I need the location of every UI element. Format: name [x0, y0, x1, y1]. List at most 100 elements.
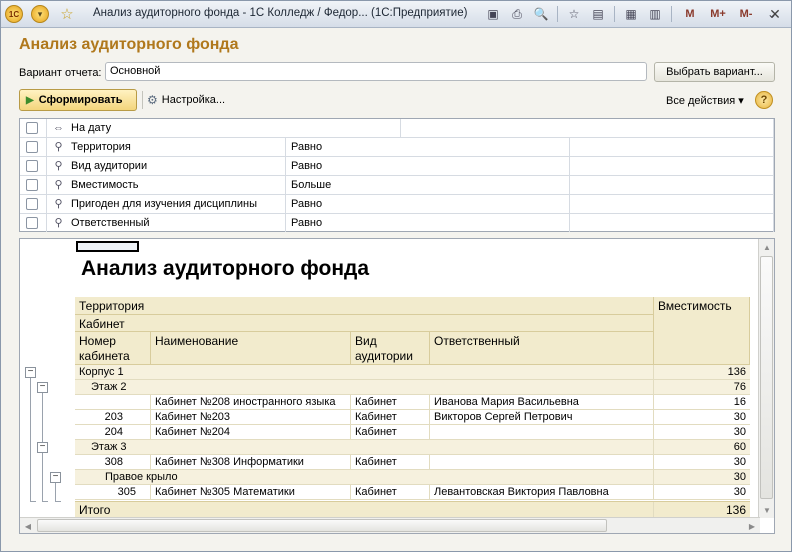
settings-label: Настройка... [161, 94, 226, 106]
filter-name: На дату [71, 122, 112, 134]
filter-checkbox-cell[interactable] [20, 119, 47, 137]
generate-report-button[interactable]: ▶ Сформировать [19, 89, 137, 111]
cell-capacity: 60 [733, 441, 746, 453]
filter-condition-cell[interactable]: Равно [286, 138, 570, 156]
cell-capacity: 76 [733, 381, 746, 393]
app-logo-icon[interactable]: 1С [5, 5, 23, 23]
preview-icon[interactable]: 🔍 [531, 5, 551, 23]
table-row[interactable]: Этаж 3 60 [75, 440, 750, 455]
table-row[interactable]: Правое крыло 30 [75, 470, 750, 485]
filter-checkbox[interactable] [26, 141, 38, 153]
filter-checkbox-cell[interactable] [20, 195, 47, 213]
bookmark-icon[interactable]: ▤ [588, 5, 608, 23]
filter-value-cell[interactable] [401, 119, 774, 137]
filter-condition-cell[interactable]: Больше [286, 176, 570, 194]
filter-value-cell[interactable] [570, 157, 774, 175]
cell-capacity: 136 [727, 366, 746, 378]
filter-checkbox[interactable] [26, 160, 38, 172]
title-toolbar: ▣ ⎙ 🔍 ☆ ▤ ▦ ▥ M M+ M- ⌄ [483, 5, 782, 23]
main-menu-icon[interactable]: ▾ [31, 5, 49, 23]
favorites-star-icon[interactable]: ☆ [58, 5, 76, 23]
filter-checkbox[interactable] [26, 198, 38, 210]
filter-checkbox[interactable] [26, 122, 38, 134]
memory-plus-button[interactable]: M+ [706, 5, 730, 23]
active-cell-cursor [76, 241, 139, 252]
filter-name-cell: ⚲ Пригоден для изучения дисциплины [47, 195, 286, 213]
filter-row[interactable]: ⚲ Ответственный Равно [20, 214, 774, 233]
vertical-scrollbar[interactable]: ▲ ▼ [758, 239, 774, 518]
filter-checkbox-cell[interactable] [20, 138, 47, 156]
report-document[interactable]: − − − − Анализ аудиторного фонда Террито… [19, 238, 775, 534]
scroll-left-icon[interactable]: ◀ [20, 518, 36, 533]
filter-row[interactable]: ⚲ Вид аудитории Равно [20, 157, 774, 176]
collapse-group-icon[interactable]: − [37, 382, 48, 393]
cell-capacity: 30 [733, 486, 746, 498]
help-button[interactable]: ? [755, 91, 773, 109]
close-icon[interactable]: ✕ [765, 4, 785, 24]
filter-row[interactable]: ⇔ На дату [20, 119, 774, 138]
filter-icon: ⚲ [54, 217, 63, 229]
table-row[interactable]: 305 Кабинет №305 Математики Кабинет Лева… [75, 485, 750, 500]
filter-condition-cell[interactable]: Равно [286, 214, 570, 232]
table-row[interactable]: 203 Кабинет №203 Кабинет Викторов Сергей… [75, 410, 750, 425]
vertical-scroll-thumb[interactable] [760, 256, 773, 499]
cell-group-name: Этаж 3 [75, 440, 654, 455]
collapse-group-icon[interactable]: − [37, 442, 48, 453]
horizontal-scroll-thumb[interactable] [37, 519, 607, 532]
header-responsible: Ответственный [430, 332, 654, 365]
group-line [55, 483, 56, 501]
total-value: 136 [725, 503, 746, 517]
filter-checkbox-cell[interactable] [20, 157, 47, 175]
calculator-icon[interactable]: ▦ [621, 5, 641, 23]
filter-checkbox[interactable] [26, 179, 38, 191]
filter-value-cell[interactable] [570, 214, 774, 232]
memory-minus-button[interactable]: M- [734, 5, 758, 23]
all-actions-label: Все действия [666, 95, 736, 107]
filter-icon: ⚲ [54, 160, 63, 172]
total-label: Итого [75, 502, 654, 518]
filter-checkbox-cell[interactable] [20, 214, 47, 232]
filter-row[interactable]: ⚲ Вместимость Больше [20, 176, 774, 195]
collapse-group-icon[interactable]: − [25, 367, 36, 378]
header-territory: Территория [75, 297, 654, 315]
scroll-up-icon[interactable]: ▲ [759, 239, 774, 255]
filter-condition-cell[interactable]: Равно [286, 157, 570, 175]
filter-checkbox-cell[interactable] [20, 176, 47, 194]
toolbar-separator [614, 6, 615, 22]
table-row[interactable]: 308 Кабинет №308 Информатики Кабинет 30 [75, 455, 750, 470]
filter-name: Территория [71, 141, 131, 153]
variant-label: Вариант отчета: [19, 67, 102, 79]
filter-checkbox[interactable] [26, 217, 38, 229]
variant-field[interactable]: Основной [105, 62, 647, 81]
memory-m-button[interactable]: M [678, 5, 702, 23]
table-row[interactable]: Кабинет №208 иностранного языка Кабинет … [75, 395, 750, 410]
choose-variant-button[interactable]: Выбрать вариант... [654, 62, 775, 82]
scroll-down-icon[interactable]: ▼ [759, 502, 774, 518]
filter-row[interactable]: ⚲ Территория Равно [20, 138, 774, 157]
filter-value-cell[interactable] [570, 138, 774, 156]
filter-condition-cell[interactable]: Равно [286, 195, 570, 213]
save-icon[interactable]: ▣ [483, 5, 503, 23]
scroll-right-icon[interactable]: ▶ [744, 518, 760, 533]
settings-button[interactable]: ⚙ Настройка... [147, 92, 225, 108]
table-row[interactable]: 204 Кабинет №204 Кабинет 30 [75, 425, 750, 440]
cell-room-type: Кабинет [351, 455, 430, 470]
filter-value-cell[interactable] [570, 176, 774, 194]
filter-value-cell[interactable] [570, 195, 774, 213]
all-actions-menu[interactable]: Все действия ▾ [666, 94, 744, 107]
table-row[interactable]: Корпус 1 136 [75, 365, 750, 380]
header-capacity: Вместимость [654, 297, 750, 365]
filter-row[interactable]: ⚲ Пригоден для изучения дисциплины Равно [20, 195, 774, 214]
table-row[interactable]: Этаж 2 76 [75, 380, 750, 395]
cell-capacity: 30 [733, 426, 746, 438]
toolbar-separator [671, 6, 672, 22]
horizontal-scrollbar[interactable]: ◀ ▶ [20, 517, 760, 533]
filter-condition: Равно [291, 160, 323, 172]
collapse-group-icon[interactable]: − [50, 472, 61, 483]
print-icon[interactable]: ⎙ [507, 5, 527, 23]
calendar-icon[interactable]: ▥ [645, 5, 665, 23]
total-row[interactable]: Итого 136 [75, 501, 750, 518]
header-name: Наименование [151, 332, 351, 365]
add-favorite-icon[interactable]: ☆ [564, 5, 584, 23]
filter-condition: Равно [291, 198, 323, 210]
